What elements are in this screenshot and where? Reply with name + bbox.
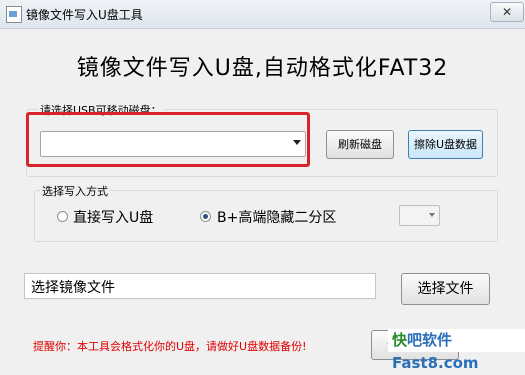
erase-usb-button[interactable]: 擦除U盘数据 xyxy=(408,130,483,159)
highlight-annotation xyxy=(26,112,310,167)
radio-hidden-partition-label[interactable]: B+高端隐藏二分区 xyxy=(217,207,336,227)
site-watermark: 快吧软件 Fast8.com xyxy=(388,329,525,372)
chevron-down-icon xyxy=(429,213,435,217)
partition-size-dropdown[interactable] xyxy=(399,205,440,226)
window-title: 镜像文件写入U盘工具 xyxy=(26,8,143,22)
page-headline: 镜像文件写入U盘,自动格式化FAT32 xyxy=(76,56,449,81)
refresh-disk-button[interactable]: 刷新磁盘 xyxy=(326,130,394,159)
choose-file-button[interactable]: 选择文件 xyxy=(401,273,490,305)
image-file-field[interactable]: 选择镜像文件 xyxy=(24,273,376,299)
write-mode-group-label: 选择写入方式 xyxy=(40,183,110,199)
watermark-kuai: 快 xyxy=(392,331,408,349)
radio-hidden-partition[interactable] xyxy=(200,211,211,222)
title-bar: 镜像文件写入U盘工具 ✕ xyxy=(0,0,525,29)
app-icon xyxy=(6,6,22,23)
radio-direct-write-label[interactable]: 直接写入U盘 xyxy=(73,207,153,227)
close-button[interactable]: ✕ xyxy=(490,2,524,22)
radio-direct-write[interactable] xyxy=(57,211,68,222)
